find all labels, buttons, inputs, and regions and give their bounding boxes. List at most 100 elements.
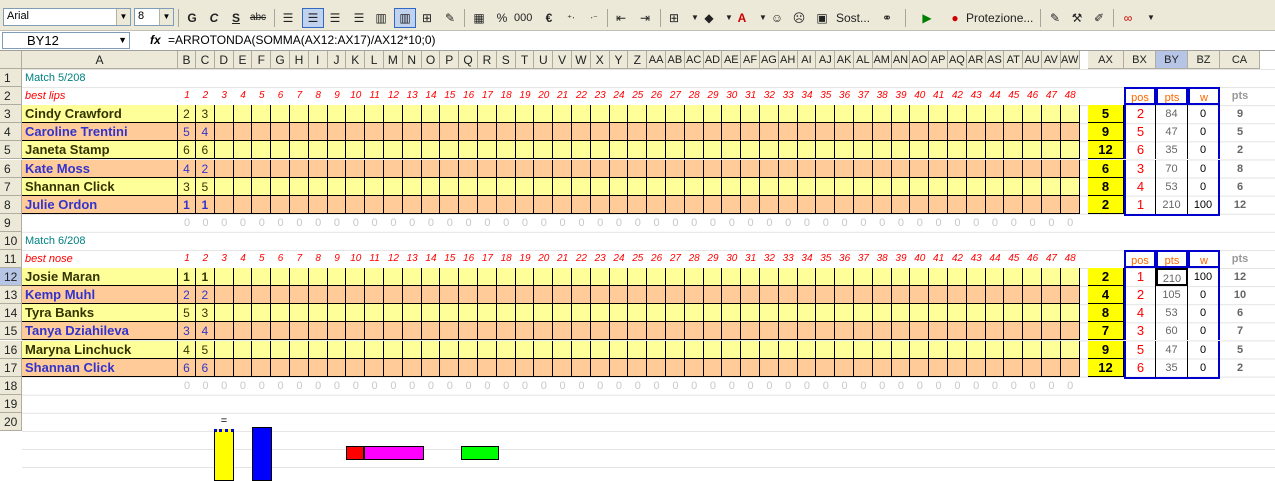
- empty-cell[interactable]: [797, 340, 817, 359]
- score-cell[interactable]: 5: [196, 340, 215, 359]
- empty-cell[interactable]: [816, 268, 836, 287]
- empty-cell[interactable]: [572, 105, 591, 124]
- empty-cell[interactable]: [628, 322, 648, 341]
- empty-cell[interactable]: [384, 141, 403, 160]
- formula-input[interactable]: =ARROTONDA(SOMMA(AX12:AX17)/AX12*10;0): [168, 33, 436, 47]
- empty-cell[interactable]: [1042, 322, 1061, 341]
- empty-cell[interactable]: [478, 304, 497, 323]
- empty-cell[interactable]: [440, 195, 460, 214]
- score-cell[interactable]: 2: [178, 105, 196, 124]
- empty-cell[interactable]: [233, 177, 253, 196]
- player-name[interactable]: Cindy Crawford: [22, 105, 178, 124]
- empty-cell[interactable]: [440, 340, 460, 359]
- empty-cell[interactable]: [797, 268, 817, 287]
- winner-cell[interactable]: 0: [1188, 358, 1220, 377]
- chevron-down-icon[interactable]: ▼: [116, 9, 130, 25]
- empty-cell[interactable]: [741, 322, 760, 341]
- empty-cell[interactable]: [252, 123, 272, 142]
- empty-cell[interactable]: [872, 304, 892, 323]
- empty-cell[interactable]: [346, 322, 366, 341]
- empty-cell[interactable]: [929, 159, 948, 178]
- position-cell[interactable]: 2: [1124, 105, 1156, 124]
- empty-cell[interactable]: [666, 105, 685, 124]
- empty-cell[interactable]: [496, 304, 516, 323]
- column-header[interactable]: R: [478, 51, 497, 69]
- empty-cell[interactable]: [684, 358, 704, 377]
- score-cell[interactable]: 6: [178, 141, 196, 160]
- empty-cell[interactable]: [1042, 159, 1061, 178]
- empty-cell[interactable]: [722, 141, 742, 160]
- empty-cell[interactable]: [421, 340, 441, 359]
- empty-cell[interactable]: [534, 177, 554, 196]
- winner-cell[interactable]: 0: [1188, 141, 1220, 160]
- column-header[interactable]: AU: [1023, 51, 1042, 69]
- empty-cell[interactable]: [760, 340, 779, 359]
- empty-cell[interactable]: [666, 177, 685, 196]
- empty-cell[interactable]: [553, 159, 572, 178]
- empty-cell[interactable]: [252, 159, 272, 178]
- percent-button[interactable]: %: [493, 8, 511, 28]
- empty-cell[interactable]: [966, 177, 986, 196]
- empty-cell[interactable]: [703, 105, 723, 124]
- empty-cell[interactable]: [271, 286, 290, 305]
- empty-cell[interactable]: [929, 177, 948, 196]
- empty-cell[interactable]: [684, 340, 704, 359]
- empty-cell[interactable]: [252, 195, 272, 214]
- empty-cell[interactable]: [703, 159, 723, 178]
- column-header[interactable]: E: [233, 51, 253, 69]
- empty-cell[interactable]: [609, 286, 629, 305]
- column-header[interactable]: AD: [703, 51, 723, 69]
- empty-cell[interactable]: [421, 286, 441, 305]
- empty-cell[interactable]: [741, 304, 760, 323]
- score-cell[interactable]: 6: [196, 358, 215, 377]
- empty-cell[interactable]: [421, 322, 441, 341]
- empty-cell[interactable]: [722, 286, 742, 305]
- empty-cell[interactable]: [496, 340, 516, 359]
- position-cell[interactable]: 5: [1124, 340, 1156, 359]
- empty-cell[interactable]: [327, 340, 347, 359]
- winner-cell[interactable]: 0: [1188, 286, 1220, 305]
- column-header[interactable]: C: [196, 51, 215, 69]
- empty-cell[interactable]: [722, 268, 742, 287]
- points-cell[interactable]: 47: [1156, 123, 1188, 142]
- empty-cell[interactable]: [985, 141, 1005, 160]
- score-cell[interactable]: 3: [196, 105, 215, 124]
- empty-cell[interactable]: [1060, 123, 1080, 142]
- empty-cell[interactable]: [308, 123, 328, 142]
- empty-cell[interactable]: [572, 195, 591, 214]
- run-macro-icon[interactable]: ▶: [918, 8, 936, 28]
- empty-cell[interactable]: [440, 177, 460, 196]
- column-header[interactable]: AE: [722, 51, 742, 69]
- empty-cell[interactable]: [308, 322, 328, 341]
- empty-cell[interactable]: [440, 322, 460, 341]
- empty-cell[interactable]: [722, 304, 742, 323]
- empty-cell[interactable]: [290, 322, 309, 341]
- empty-cell[interactable]: [553, 286, 572, 305]
- empty-cell[interactable]: [290, 358, 309, 377]
- empty-cell[interactable]: [872, 159, 892, 178]
- borders-icon[interactable]: ⊞: [665, 8, 683, 28]
- empty-cell[interactable]: [760, 123, 779, 142]
- empty-cell[interactable]: [327, 105, 347, 124]
- score-cell[interactable]: 4: [196, 123, 215, 142]
- empty-cell[interactable]: [365, 123, 384, 142]
- empty-cell[interactable]: [290, 141, 309, 160]
- empty-cell[interactable]: [929, 195, 948, 214]
- empty-cell[interactable]: [496, 322, 516, 341]
- name-box[interactable]: BY12 ▼: [2, 32, 130, 49]
- empty-cell[interactable]: [1060, 141, 1080, 160]
- empty-cell[interactable]: [778, 159, 798, 178]
- empty-cell[interactable]: [421, 159, 441, 178]
- empty-cell[interactable]: [966, 340, 986, 359]
- empty-cell[interactable]: [1023, 358, 1042, 377]
- empty-cell[interactable]: [1060, 268, 1080, 287]
- empty-cell[interactable]: [666, 286, 685, 305]
- empty-cell[interactable]: [459, 358, 478, 377]
- empty-cell[interactable]: [402, 141, 422, 160]
- empty-cell[interactable]: [816, 286, 836, 305]
- empty-cell[interactable]: [290, 195, 309, 214]
- empty-cell[interactable]: [459, 304, 478, 323]
- empty-cell[interactable]: [534, 286, 554, 305]
- empty-cell[interactable]: [590, 195, 610, 214]
- empty-cell[interactable]: [741, 358, 760, 377]
